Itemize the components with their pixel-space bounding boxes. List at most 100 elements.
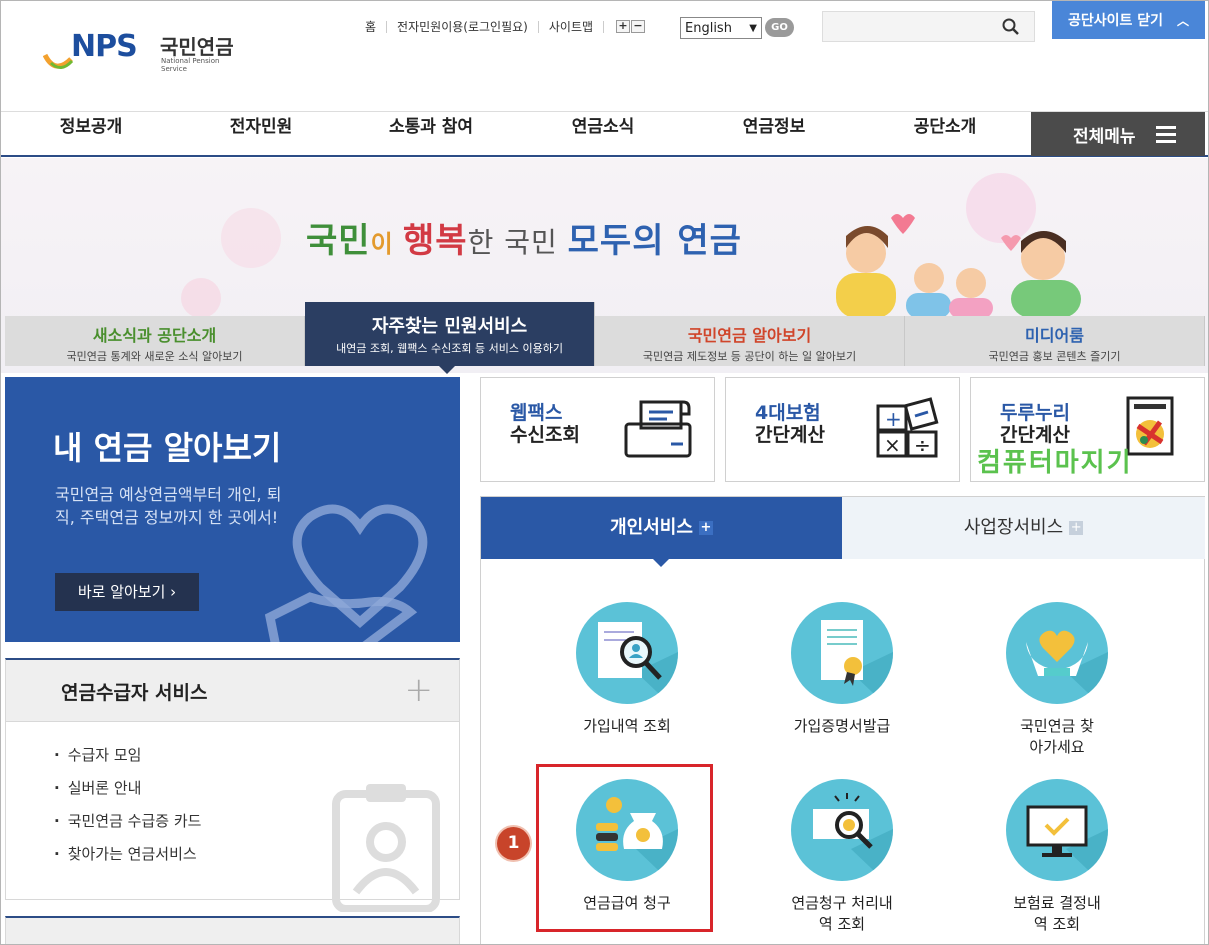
tab-title: 새소식과 공단소개 xyxy=(92,326,217,345)
home-link[interactable]: 홈 xyxy=(365,18,376,35)
service-label: 가입증명서발급 xyxy=(793,717,891,735)
my-pension-card: 내 연금 알아보기 국민연금 예상연금액부터 개인, 퇴직, 주택연금 정보까지… xyxy=(5,377,460,642)
divider xyxy=(386,20,388,33)
sitemap-link[interactable]: 사이트맵 xyxy=(549,18,593,35)
close-site-button[interactable]: 공단사이트 닫기 ︿ xyxy=(1052,1,1205,39)
tab-media-room[interactable]: 미디어룸 국민연금 홍보 콘텐츠 즐기기 xyxy=(905,316,1205,366)
divider xyxy=(603,20,605,33)
zoom-out-button[interactable]: − xyxy=(631,20,646,33)
hamburger-icon xyxy=(1155,126,1176,143)
my-pension-description: 국민연금 예상연금액부터 개인, 퇴직, 주택연금 정보까지 한 곳에서! xyxy=(55,485,282,527)
go-check-button[interactable]: 바로 알아보기 › xyxy=(55,573,199,611)
chevron-down-icon: ▼ xyxy=(749,22,757,34)
tab-pension-learn[interactable]: 국민연금 알아보기 국민연금 제도정보 등 공단이 하는 일 알아보기 xyxy=(595,316,905,366)
nav-item-about[interactable]: 공단소개 xyxy=(885,112,1005,156)
logo-english-text: National Pension Service xyxy=(161,57,220,73)
plus-icon[interactable]: + xyxy=(405,670,434,710)
card-title-line1: 두루누리 xyxy=(1000,402,1070,424)
zoom-in-button[interactable]: + xyxy=(616,20,631,33)
close-site-label: 공단사이트 닫기 xyxy=(1067,13,1164,29)
service-label: 가입내역 조회 xyxy=(583,717,671,735)
slogan-part: 모두의 연금 xyxy=(567,221,742,261)
e-civil-link[interactable]: 전자민원이용(로그인필요) xyxy=(397,18,528,35)
nav-item-e-civil[interactable]: 전자민원 xyxy=(201,112,321,156)
service-item-premium-decision[interactable]: 보험료 결정내역 조회 xyxy=(957,779,1157,935)
main-tab-bar: 새소식과 공단소개 국민연금 통계와 새로운 소식 알아보기 자주찾는 민원서비… xyxy=(5,302,1205,374)
receipt-search-icon xyxy=(791,779,893,881)
fax-icon xyxy=(624,400,692,458)
tab-title: 미디어룸 xyxy=(1025,326,1084,345)
nav-item-info[interactable]: 정보공개 xyxy=(31,112,151,156)
recipient-services-header[interactable]: 연금수급자 서비스 + xyxy=(6,660,459,722)
svg-text:÷: ÷ xyxy=(914,433,931,457)
svg-text:+: + xyxy=(885,407,902,431)
service-item-claim-status[interactable]: 연금청구 처리내역 조회 xyxy=(742,779,942,935)
service-item-enrollment-history[interactable]: 가입내역 조회 xyxy=(527,602,727,737)
service-item-find-pension[interactable]: 국민연금 찾아가세요 xyxy=(957,602,1157,758)
service-label: 국민연금 찾아가세요 xyxy=(1020,717,1094,756)
search-input[interactable] xyxy=(822,11,1035,42)
slogan-part: 국민 xyxy=(306,221,371,261)
slogan-part: 이 xyxy=(370,230,403,258)
watermark-text: 컴퓨터마지기 xyxy=(977,448,1133,478)
language-value: English xyxy=(685,20,732,36)
tab-personal-services[interactable]: 개인서비스 + xyxy=(481,497,842,567)
utility-links: 홈 전자민원이용(로그인필요) 사이트맵 + − xyxy=(365,18,646,35)
plus-icon: + xyxy=(698,520,713,535)
search-icon[interactable] xyxy=(1002,18,1020,36)
service-item-certificate[interactable]: 가입증명서발급 xyxy=(742,602,942,737)
tab-business-services[interactable]: 사업장서비스 + xyxy=(842,497,1205,559)
nav-item-pension-info[interactable]: 연금정보 xyxy=(714,112,834,156)
recipient-services-box: 연금수급자 서비스 + 수급자 모임 실버론 안내 국민연금 수급증 카드 찾아… xyxy=(5,658,460,912)
main-navigation: 정보공개 전자민원 소통과 참여 연금소식 연금정보 공단소개 전체메뉴 xyxy=(1,111,1208,157)
go-button[interactable]: GO xyxy=(765,18,794,37)
header: NPS 국민연금 National Pension Service 홈 전자민원… xyxy=(1,1,1208,111)
webfax-inquiry-card[interactable]: 웹팩스 수신조회 xyxy=(480,377,715,482)
nps-logo[interactable]: NPS 국민연금 National Pension Service xyxy=(43,29,243,81)
tab-news-about[interactable]: 새소식과 공단소개 국민연금 통계와 새로운 소식 알아보기 xyxy=(5,316,305,366)
language-select[interactable]: English ▼ xyxy=(680,17,762,39)
logo-main-text: NPS xyxy=(71,29,138,64)
logo-swoosh-icon xyxy=(43,53,73,69)
divider xyxy=(537,20,539,33)
tab-title: 국민연금 알아보기 xyxy=(687,326,812,345)
tab-personal-label: 개인서비스 xyxy=(610,517,693,538)
my-pension-title: 내 연금 알아보기 xyxy=(53,429,282,467)
four-insurance-calc-card[interactable]: 4대보험 간단계산 + × ÷ xyxy=(725,377,960,482)
svg-text:×: × xyxy=(884,433,901,457)
logo-korean-text: 국민연금 xyxy=(160,35,234,59)
tab-business-label: 사업장서비스 xyxy=(963,517,1064,538)
monitor-check-icon xyxy=(1006,779,1108,881)
active-tab-pointer xyxy=(652,558,670,567)
tab-subtitle: 국민연금 제도정보 등 공단이 하는 일 알아보기 xyxy=(642,350,857,363)
slogan-part: 한 국민 xyxy=(467,226,568,259)
recipient-services-title: 연금수급자 서비스 xyxy=(61,682,208,704)
tab-subtitle: 내연금 조회, 웹팩스 수신조회 등 서비스 이용하기 xyxy=(336,342,563,355)
tab-frequent-services[interactable]: 자주찾는 민원서비스 내연금 조회, 웹팩스 수신조회 등 서비스 이용하기 xyxy=(305,302,595,374)
calculator-icon: + × ÷ xyxy=(876,397,939,458)
all-menu-button[interactable]: 전체메뉴 xyxy=(1031,112,1205,156)
step-number-badge: 1 xyxy=(497,827,530,860)
heart-hands-icon xyxy=(1006,602,1108,704)
service-label: 보험료 결정내역 조회 xyxy=(1013,894,1101,933)
plus-icon: + xyxy=(1069,520,1084,535)
active-tab-pointer xyxy=(438,365,456,374)
zoom-controls: + − xyxy=(616,20,646,33)
certificate-icon xyxy=(791,602,893,704)
highlight-box xyxy=(536,764,713,932)
durunuri-calc-card[interactable]: 두루누리 간단계산 컴퓨터마지기 xyxy=(970,377,1205,482)
nav-item-news[interactable]: 연금소식 xyxy=(543,112,663,156)
hero-banner: 국민이 행복한 국민 모두의 연금 새소식과 공단소개 국민연금 통계와 새로운… xyxy=(1,158,1208,374)
tab-subtitle: 국민연금 홍보 콘텐츠 즐기기 xyxy=(988,350,1121,363)
slogan-part: 행복 xyxy=(403,221,468,261)
page: NPS 국민연금 National Pension Service 홈 전자민원… xyxy=(0,0,1209,945)
card-title-line1: 웹팩스 xyxy=(510,402,563,424)
nav-item-communication[interactable]: 소통과 참여 xyxy=(371,112,491,156)
card-title-line2: 간단계산 xyxy=(755,424,825,446)
tab-title: 자주찾는 민원서비스 xyxy=(371,316,528,337)
next-section-header[interactable] xyxy=(5,916,460,944)
list-item[interactable]: 수급자 모임 xyxy=(54,744,459,777)
service-label: 연금청구 처리내역 조회 xyxy=(791,894,893,933)
banner-slogan: 국민이 행복한 국민 모두의 연금 xyxy=(306,213,742,262)
chevron-up-icon: ︿ xyxy=(1177,13,1190,28)
